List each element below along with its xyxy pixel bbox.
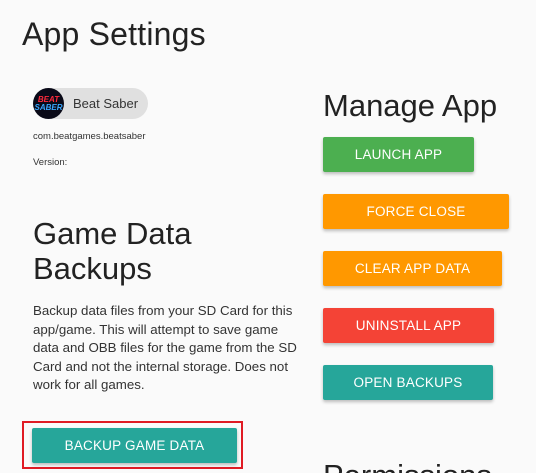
app-chip[interactable]: BEAT SABER Beat Saber — [33, 88, 148, 119]
backups-description: Backup data files from your SD Card for … — [33, 303, 297, 393]
permissions-heading: Permissions — [323, 458, 492, 473]
version-label: Version: — [33, 157, 68, 168]
backups-heading: Game Data Backups — [33, 216, 192, 286]
open-backups-button[interactable]: OPEN BACKUPS — [323, 365, 493, 400]
launch-app-button[interactable]: LAUNCH APP — [323, 137, 474, 172]
app-settings-page: App Settings BEAT SABER Beat Saber com.b… — [0, 0, 536, 473]
manage-app-heading: Manage App — [323, 88, 498, 123]
page-title: App Settings — [22, 16, 206, 52]
clear-app-data-button[interactable]: CLEAR APP DATA — [323, 251, 502, 286]
package-name: com.beatgames.beatsaber — [33, 131, 146, 142]
backup-game-data-button[interactable]: BACKUP GAME DATA — [32, 428, 237, 463]
beat-saber-logo-icon: BEAT SABER — [33, 88, 64, 119]
uninstall-app-button[interactable]: UNINSTALL APP — [323, 308, 494, 343]
force-close-button[interactable]: FORCE CLOSE — [323, 194, 509, 229]
app-name: Beat Saber — [73, 96, 139, 111]
logo-text-saber: SABER — [34, 102, 63, 112]
